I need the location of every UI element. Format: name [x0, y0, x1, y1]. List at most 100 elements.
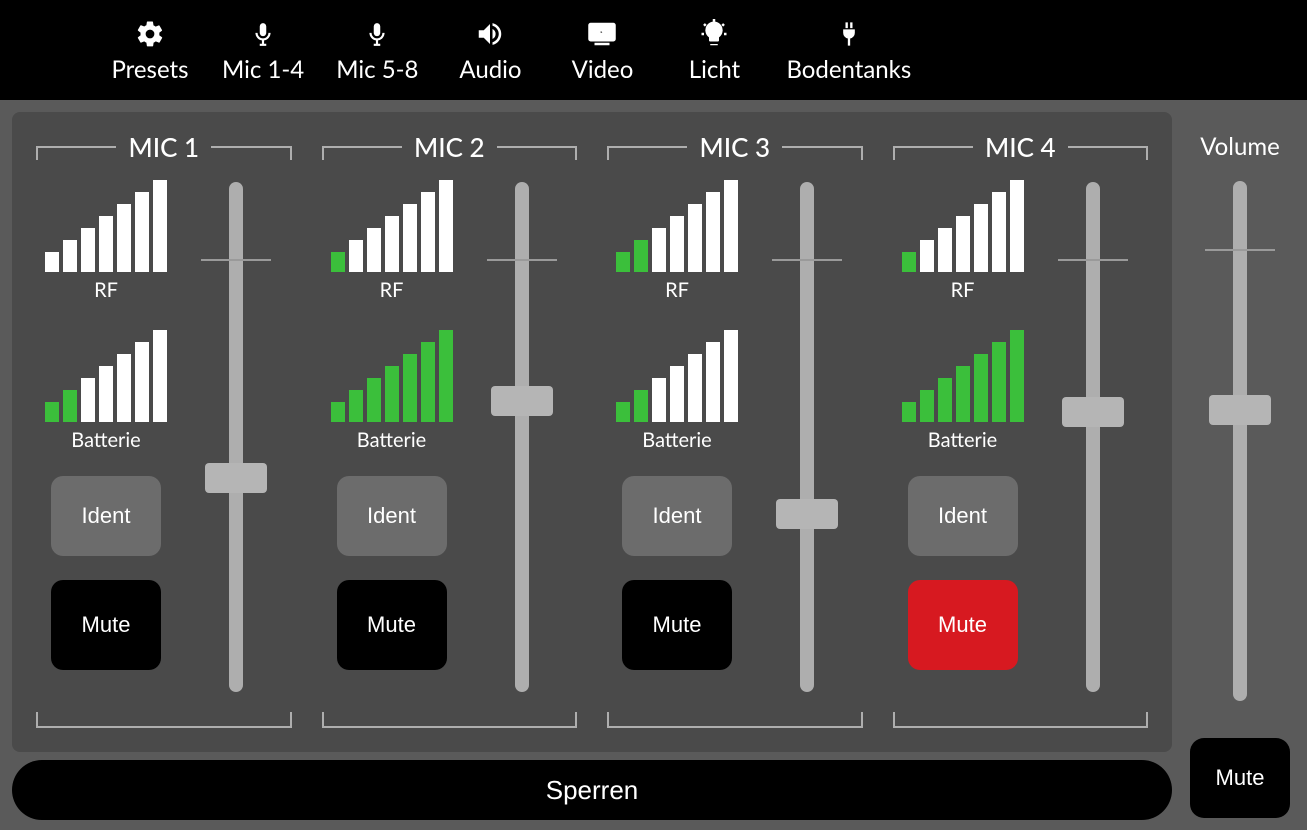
- slider-thumb[interactable]: [1062, 397, 1124, 427]
- volume-mute-button[interactable]: Mute: [1190, 738, 1290, 818]
- level-bar: [992, 192, 1006, 272]
- level-bar: [421, 342, 435, 422]
- level-bar: [616, 402, 630, 422]
- channel-header: MIC 1: [36, 132, 292, 162]
- level-bar: [616, 252, 630, 272]
- rf-level-meter: [902, 182, 1024, 272]
- level-bar: [1010, 330, 1024, 422]
- level-bar: [349, 240, 363, 272]
- level-bar: [706, 192, 720, 272]
- level-bar: [385, 366, 399, 422]
- level-bar: [153, 330, 167, 422]
- channel-title: MIC 1: [128, 131, 199, 163]
- nav-item-licht[interactable]: Licht: [674, 17, 754, 84]
- bracket-line: [211, 146, 291, 148]
- ident-button[interactable]: Ident: [622, 476, 732, 556]
- level-bar: [135, 342, 149, 422]
- mic-icon: [250, 17, 276, 51]
- level-bar: [403, 354, 417, 422]
- nav-label: Licht: [689, 55, 740, 84]
- bracket-bottom: [322, 712, 578, 728]
- level-bar: [724, 180, 738, 272]
- battery-block: Batterie: [331, 332, 453, 452]
- channel-body: RFBatterieIdentMute: [607, 182, 863, 702]
- slider-tick: [772, 259, 842, 261]
- nav-item-presets[interactable]: Presets: [110, 17, 190, 84]
- mute-button[interactable]: Mute: [908, 580, 1018, 670]
- level-bar: [902, 402, 916, 422]
- level-bar: [688, 204, 702, 272]
- mic-slider[interactable]: [772, 182, 842, 692]
- ident-button[interactable]: Ident: [337, 476, 447, 556]
- battery-level-meter: [331, 332, 453, 422]
- level-bar: [63, 240, 77, 272]
- channel-controls: RFBatterieIdentMute: [607, 182, 747, 702]
- bracket-line: [36, 146, 116, 148]
- level-bar: [153, 180, 167, 272]
- battery-level-meter: [902, 332, 1024, 422]
- channel-slider-area: [1053, 182, 1133, 702]
- level-bar: [992, 342, 1006, 422]
- nav-item-mic-5-8[interactable]: Mic 5-8: [336, 17, 418, 84]
- slider-thumb[interactable]: [776, 499, 838, 529]
- bracket-line: [497, 146, 577, 148]
- battery-label: Batterie: [71, 428, 140, 452]
- level-bar: [331, 252, 345, 272]
- channel-slider-area: [196, 182, 276, 702]
- level-bar: [652, 378, 666, 422]
- slider-thumb[interactable]: [491, 386, 553, 416]
- mics-panel: MIC 1RFBatterieIdentMuteMIC 2RFBatterieI…: [12, 112, 1172, 752]
- nav-item-video[interactable]: Video: [562, 17, 642, 84]
- nav-item-audio[interactable]: Audio: [450, 17, 530, 84]
- top-nav: Presets Mic 1-4 Mic 5-8 Audio Video Licht Bode…: [0, 0, 1307, 100]
- nav-label: Audio: [459, 55, 521, 84]
- level-bar: [974, 354, 988, 422]
- volume-slider[interactable]: [1205, 181, 1275, 701]
- mute-button[interactable]: Mute: [622, 580, 732, 670]
- level-bar: [421, 192, 435, 272]
- mic-channel-2: MIC 2RFBatterieIdentMute: [322, 132, 578, 732]
- mute-button[interactable]: Mute: [51, 580, 161, 670]
- channel-controls: RF Batterie Ident Mute: [322, 182, 462, 702]
- level-bar: [439, 330, 453, 422]
- level-bar: [956, 366, 970, 422]
- mute-button[interactable]: Mute: [337, 580, 447, 670]
- level-bar: [938, 378, 952, 422]
- level-bar: [63, 390, 77, 422]
- level-bar: [403, 204, 417, 272]
- slider-tick: [1058, 259, 1128, 261]
- nav-item-bodentanks[interactable]: Bodentanks: [786, 17, 911, 84]
- mic-slider[interactable]: [201, 182, 271, 692]
- speaker-icon: [473, 17, 507, 51]
- mic-slider[interactable]: [1058, 182, 1128, 692]
- mic-slider[interactable]: [487, 182, 557, 692]
- level-bar: [45, 252, 59, 272]
- level-bar: [706, 342, 720, 422]
- level-bar: [938, 228, 952, 272]
- channel-slider-area: [767, 182, 847, 702]
- level-bar: [634, 390, 648, 422]
- rf-label: RF: [951, 278, 975, 302]
- slider-thumb[interactable]: [1209, 395, 1271, 425]
- level-bar: [670, 366, 684, 422]
- channel-controls: RF Batterie Ident Mute: [893, 182, 1033, 702]
- slider-thumb[interactable]: [205, 463, 267, 493]
- bulb-icon: [699, 17, 729, 51]
- lock-button[interactable]: Sperren: [12, 760, 1172, 820]
- channel-slider-area: [482, 182, 562, 702]
- level-bar: [634, 240, 648, 272]
- ident-button[interactable]: Ident: [908, 476, 1018, 556]
- rf-label: RF: [380, 278, 404, 302]
- bracket-bottom: [893, 712, 1149, 728]
- bracket-line: [893, 146, 973, 148]
- nav-label: Bodentanks: [786, 55, 911, 84]
- slider-tick: [487, 259, 557, 261]
- battery-label: Batterie: [357, 428, 426, 452]
- ident-button[interactable]: Ident: [51, 476, 161, 556]
- level-bar: [81, 228, 95, 272]
- mic-icon: [364, 17, 390, 51]
- level-bar: [99, 216, 113, 272]
- mic-channel-1: MIC 1RFBatterieIdentMute: [36, 132, 292, 732]
- battery-label: Batterie: [928, 428, 997, 452]
- nav-item-mic-1-4[interactable]: Mic 1-4: [222, 17, 304, 84]
